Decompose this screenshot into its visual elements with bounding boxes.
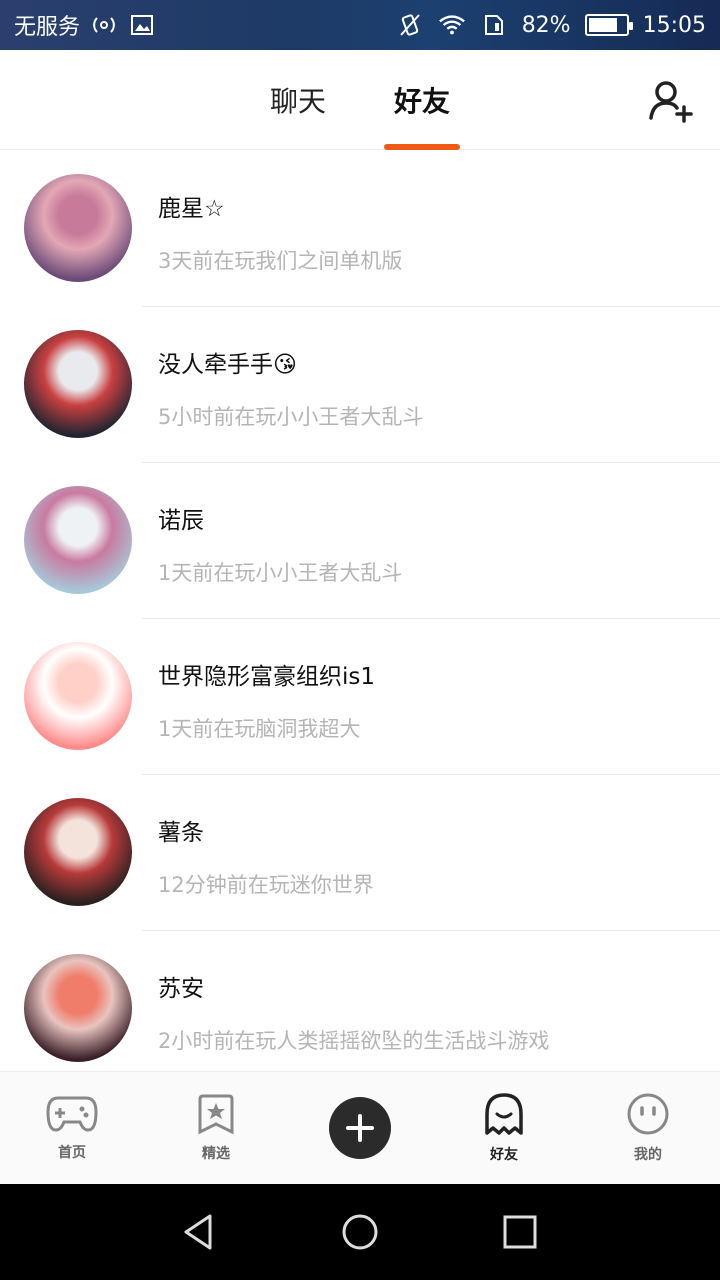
add-user-icon[interactable] [648,78,694,124]
friend-name: 没人牵手手😘 [158,352,297,378]
bottom-nav: 首页 精选 好友 我的 [0,1071,720,1184]
face-icon [626,1092,670,1140]
home-icon[interactable] [335,1207,385,1257]
friend-item[interactable]: 苏安 2小时前在玩人类摇摇欲坠的生活战斗游戏 [0,931,720,1087]
system-nav-bar [0,1184,720,1280]
nav-friends-label-text: 好友 [490,1147,518,1163]
image-icon [128,11,156,39]
header: 聊天 好友 [0,50,720,150]
friend-name: 诺辰 [158,508,204,534]
friend-status: 1天前在玩脑洞我超大 [158,717,361,741]
friend-status: 5小时前在玩小小王者大乱斗 [158,405,424,429]
friend-item[interactable]: 薯条 12分钟前在玩迷你世界 [0,775,720,931]
battery-icon [584,14,633,36]
tab-bar: 聊天 好友 [0,50,720,150]
avatar[interactable] [24,954,132,1062]
friend-name: 苏安 [158,976,204,1002]
friend-item[interactable]: 诺辰 1天前在玩小小王者大乱斗 [0,463,720,619]
avatar[interactable] [24,330,132,438]
nav-featured[interactable]: 精选 [144,1072,288,1184]
nav-profile-label: 我的 [634,1147,662,1163]
nav-profile[interactable]: 我的 [576,1072,720,1184]
friend-status: 1天前在玩小小王者大乱斗 [158,561,403,585]
avatar[interactable] [24,174,132,282]
friend-status: 3天前在玩我们之间单机版 [158,249,403,273]
avatar[interactable] [24,642,132,750]
friend-item[interactable]: 世界隐形富豪组织is1 1天前在玩脑洞我超大 [0,619,720,775]
nav-friends[interactable]: 好友 [432,1072,576,1184]
friend-item[interactable]: 没人牵手手😘 5小时前在玩小小王者大乱斗 [0,307,720,463]
vibrate-icon [396,11,424,39]
gamepad-icon [46,1094,98,1138]
friend-status: 2小时前在玩人类摇摇欲坠的生活战斗游戏 [158,1029,550,1053]
friends-list: 鹿星☆ 3天前在玩我们之间单机版 没人牵手手😘 5小时前在玩小小王者大乱斗 诺辰… [0,151,720,1087]
nav-featured-label: 精选 [202,1146,230,1162]
status-bar: 无服务 82% 15:05 [0,0,720,50]
recents-icon[interactable] [495,1207,545,1257]
avatar[interactable] [24,486,132,594]
nav-friends-label: 好友 [486,1144,522,1166]
nav-home-label: 首页 [58,1145,86,1161]
tab-friends[interactable]: 好友 [384,50,461,150]
tab-friends-label: 好友 [394,85,451,118]
star-bookmark-icon [196,1093,236,1139]
nav-create[interactable] [288,1072,432,1184]
tab-chat[interactable]: 聊天 [260,50,336,150]
avatar[interactable] [24,798,132,906]
battery-percent: 82% [521,12,571,38]
friend-name: 鹿星☆ [158,196,225,222]
carrier-label: 无服务 [14,15,81,40]
friend-status: 12分钟前在玩迷你世界 [158,873,374,897]
clock: 15:05 [642,12,706,38]
active-tab-indicator [384,144,461,150]
ghost-icon [483,1092,525,1140]
plus-icon[interactable] [329,1097,391,1159]
friend-item[interactable]: 鹿星☆ 3天前在玩我们之间单机版 [0,151,720,307]
sim-icon [480,11,508,39]
nav-home[interactable]: 首页 [0,1072,144,1184]
wifi-icon [438,11,466,39]
friend-name: 薯条 [158,820,204,846]
tab-chat-label: 聊天 [269,85,326,118]
back-icon[interactable] [175,1207,225,1257]
hotspot-icon [90,11,118,39]
friend-name: 世界隐形富豪组织is1 [158,664,376,690]
